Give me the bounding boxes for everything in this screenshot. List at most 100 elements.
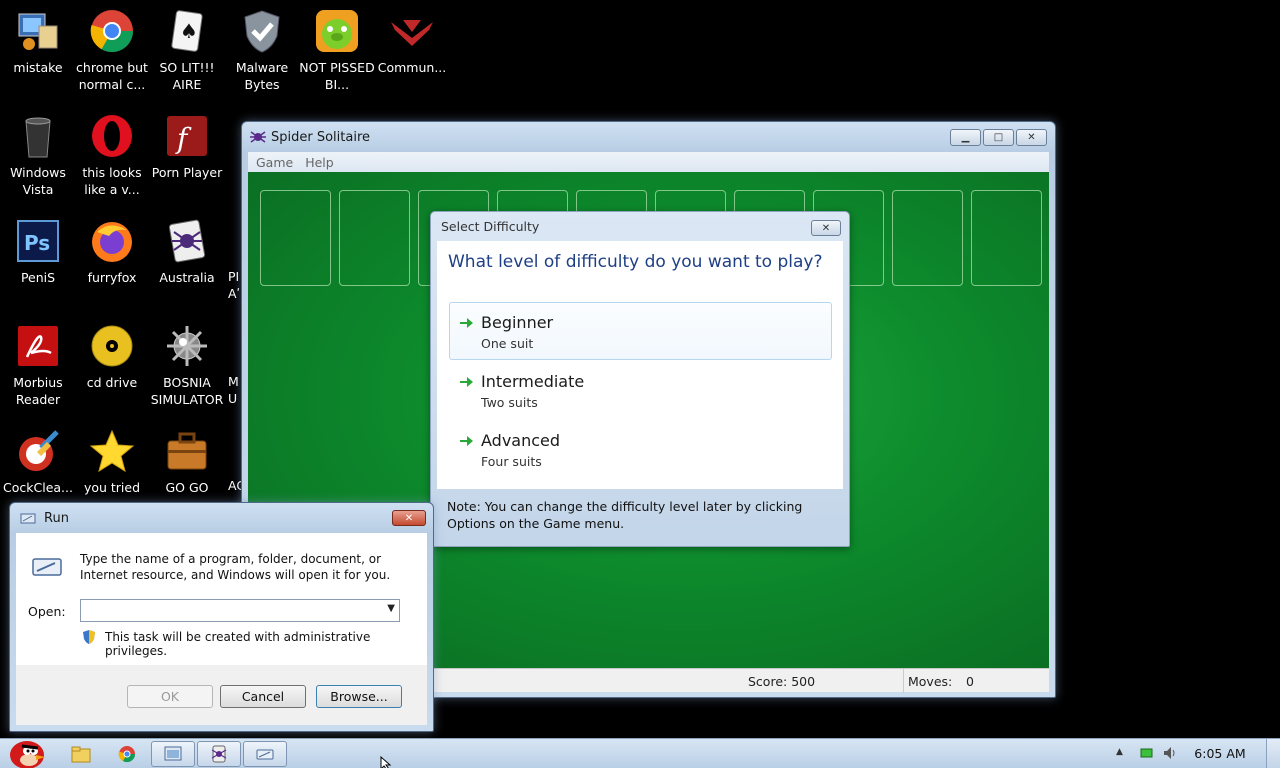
chevron-down-icon[interactable]: ▼ bbox=[387, 603, 395, 614]
ok-button[interactable]: OK bbox=[127, 685, 213, 708]
option-title: Intermediate bbox=[481, 372, 585, 391]
desktop-icon-communist[interactable]: Commun... bbox=[374, 7, 450, 76]
run-title: Run bbox=[44, 510, 69, 526]
card-slot[interactable] bbox=[892, 190, 963, 286]
difficulty-question: What level of difficulty do you want to … bbox=[448, 252, 823, 272]
desktop-icon-penis[interactable]: Ps PeniS bbox=[0, 217, 76, 286]
open-input[interactable] bbox=[81, 600, 377, 621]
desktop-icon-furryfox[interactable]: furryfox bbox=[74, 217, 150, 286]
open-label: Open: bbox=[28, 604, 66, 619]
option-title: Beginner bbox=[481, 313, 554, 332]
taskbar-explorer[interactable] bbox=[68, 741, 94, 767]
start-button[interactable] bbox=[2, 733, 50, 768]
option-subtitle: One suit bbox=[481, 336, 534, 351]
run-titlebar[interactable]: Run bbox=[10, 503, 433, 533]
maximize-icon: □ bbox=[993, 132, 1004, 143]
solitaire-icon: ♠ bbox=[163, 7, 211, 55]
run-body: Type the name of a program, folder, docu… bbox=[16, 533, 427, 665]
desktop-icon-cockcleaner[interactable]: CockClea... bbox=[0, 427, 76, 496]
partial-label-m: M bbox=[228, 374, 239, 389]
desktop-icon-porn-player[interactable]: f Porn Player bbox=[149, 112, 225, 181]
folder-icon bbox=[71, 746, 91, 763]
cancel-button[interactable]: Cancel bbox=[220, 685, 306, 708]
option-subtitle: Four suits bbox=[481, 454, 542, 469]
desktop-icon-windows-vista[interactable]: Windows Vista bbox=[0, 112, 76, 198]
select-difficulty-dialog: Select Difficulty ✕ What level of diffic… bbox=[430, 211, 850, 547]
run-footer: OK Cancel Browse... bbox=[16, 665, 427, 725]
desktop-icon-mistake[interactable]: mistake bbox=[0, 7, 76, 76]
open-combobox[interactable]: ▼ bbox=[80, 599, 400, 622]
run-close-button[interactable]: ✕ bbox=[392, 510, 426, 526]
desktop-icon-not-pissed[interactable]: NOT PISSED BI... bbox=[299, 7, 375, 93]
difficulty-close-button[interactable]: ✕ bbox=[811, 220, 841, 236]
minimize-button[interactable]: ▁ bbox=[950, 129, 981, 146]
ccleaner-icon bbox=[14, 427, 62, 475]
cd-icon bbox=[88, 322, 136, 370]
angry-bird-icon bbox=[10, 741, 45, 768]
spider-menubar: Game Help bbox=[248, 152, 1049, 172]
browse-button[interactable]: Browse... bbox=[316, 685, 402, 708]
green-arrow-icon bbox=[460, 318, 473, 328]
volume-icon[interactable] bbox=[1162, 745, 1178, 761]
taskbar-spider-solitaire[interactable] bbox=[197, 741, 241, 767]
briefcase-icon bbox=[163, 427, 211, 475]
difficulty-titlebar[interactable]: Select Difficulty bbox=[431, 212, 849, 241]
firefox-icon bbox=[88, 217, 136, 265]
run-icon bbox=[256, 749, 274, 760]
chrome-icon bbox=[118, 746, 136, 763]
desktop-icon-chrome[interactable]: chrome but normal c... bbox=[74, 7, 150, 93]
card-slot[interactable] bbox=[260, 190, 331, 286]
partial-icon-label: PI Aʹ bbox=[228, 268, 240, 302]
svg-text:Ps: Ps bbox=[24, 231, 50, 255]
taskbar-window-1[interactable] bbox=[151, 741, 195, 767]
chrome-icon bbox=[88, 7, 136, 55]
flash-icon: f bbox=[163, 112, 211, 160]
tray-expand-icon[interactable]: ▲ bbox=[1116, 747, 1123, 757]
taskbar-chrome[interactable] bbox=[114, 741, 140, 767]
battery-icon[interactable] bbox=[1140, 747, 1154, 759]
option-beginner[interactable]: Beginner One suit bbox=[449, 302, 832, 360]
option-advanced[interactable]: Advanced Four suits bbox=[449, 420, 832, 478]
menu-help[interactable]: Help bbox=[305, 155, 334, 170]
svg-text:♠: ♠ bbox=[180, 19, 198, 43]
moves-value: 0 bbox=[966, 674, 974, 689]
desktop-icon-bosnia-simulator[interactable]: BOSNIA SIMULATOR bbox=[149, 322, 225, 408]
taskbar-run[interactable] bbox=[243, 741, 287, 767]
option-subtitle: Two suits bbox=[481, 395, 538, 410]
pdf-reader-icon bbox=[14, 322, 62, 370]
desktop-icon-you-tried[interactable]: you tried bbox=[74, 427, 150, 496]
desktop-icon-malwarebytes[interactable]: Malware Bytes bbox=[224, 7, 300, 93]
menu-game[interactable]: Game bbox=[256, 155, 293, 170]
show-desktop-button[interactable] bbox=[1266, 739, 1280, 768]
uac-shield-icon bbox=[81, 629, 97, 645]
opera-icon bbox=[88, 112, 136, 160]
desktop-icon-australia[interactable]: Australia bbox=[149, 217, 225, 286]
desktop-icon-cd-drive[interactable]: cd drive bbox=[74, 322, 150, 391]
green-arrow-icon bbox=[460, 436, 473, 446]
run-description: Type the name of a program, folder, docu… bbox=[80, 552, 391, 582]
window-icon bbox=[164, 746, 182, 761]
desktop-icon-opera[interactable]: this looks like a v... bbox=[74, 112, 150, 198]
angry-birds-pig-icon bbox=[313, 7, 361, 55]
desktop-icon-morbius-reader[interactable]: Morbius Reader bbox=[0, 322, 76, 408]
run-app-icon bbox=[20, 511, 36, 525]
desktop-icon-solitaire[interactable]: ♠ SO LIT!!! AIRE bbox=[149, 7, 225, 93]
green-arrow-icon bbox=[460, 377, 473, 387]
difficulty-title: Select Difficulty bbox=[441, 219, 540, 234]
status-divider bbox=[903, 669, 904, 693]
recycle-bin-icon bbox=[14, 112, 62, 160]
close-icon: ✕ bbox=[821, 222, 831, 234]
spider-solitaire-icon bbox=[211, 745, 227, 763]
option-intermediate[interactable]: Intermediate Two suits bbox=[449, 361, 832, 419]
spider-titlebar[interactable]: Spider Solitaire bbox=[242, 122, 1055, 152]
minimize-icon: ▁ bbox=[961, 132, 970, 143]
photoshop-icon: Ps bbox=[14, 217, 62, 265]
card-slot[interactable] bbox=[971, 190, 1042, 286]
close-button[interactable]: ✕ bbox=[1016, 129, 1047, 146]
card-slot[interactable] bbox=[339, 190, 410, 286]
maximize-button[interactable]: □ bbox=[983, 129, 1014, 146]
difficulty-note: Note: You can change the difficulty leve… bbox=[447, 499, 803, 531]
desktop-icon-go-go[interactable]: GO GO bbox=[149, 427, 225, 496]
taskbar-clock[interactable]: 6:05 AM bbox=[1188, 746, 1252, 761]
star-icon bbox=[88, 427, 136, 475]
